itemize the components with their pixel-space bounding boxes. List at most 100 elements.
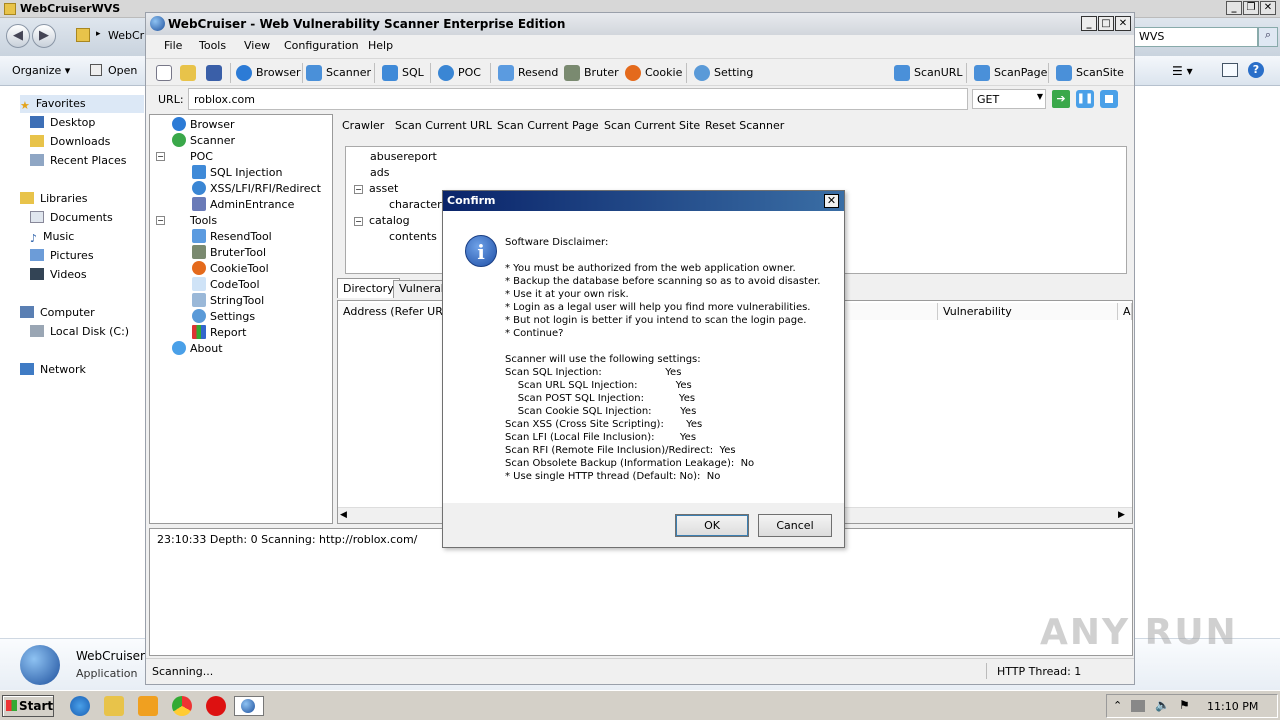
pause-icon[interactable]: ❚❚ — [1076, 90, 1094, 108]
poc-button[interactable]: POC — [438, 64, 481, 82]
nav-local-disk[interactable]: Local Disk (C:) — [30, 323, 129, 341]
menu-configuration[interactable]: Configuration — [284, 39, 359, 52]
network-icon[interactable] — [1131, 700, 1145, 712]
tree-scanner[interactable]: Scanner — [172, 133, 235, 149]
nav-music[interactable]: ♪ Music — [30, 228, 74, 246]
speaker-icon[interactable]: 🔈 — [1155, 698, 1170, 712]
tree-tools[interactable]: − Tools — [156, 213, 217, 229]
column-a[interactable]: A — [1118, 303, 1132, 320]
collapse-icon[interactable]: − — [156, 216, 165, 225]
dir-node[interactable]: − catalog — [354, 213, 410, 229]
browser-button[interactable]: Browser — [236, 64, 301, 82]
tree-settings[interactable]: Settings — [192, 309, 255, 325]
collapse-icon[interactable]: − — [354, 185, 363, 194]
nav-videos[interactable]: Videos — [30, 266, 87, 284]
search-icon[interactable]: ⌕ — [1258, 27, 1278, 47]
stop-icon[interactable] — [1100, 90, 1118, 108]
scanpage-button[interactable]: ScanPage — [974, 64, 1047, 82]
cookie-button[interactable]: Cookie — [625, 64, 682, 82]
open-button[interactable] — [180, 64, 196, 82]
tree-browser[interactable]: Browser — [172, 117, 235, 133]
nav-network[interactable]: Network — [20, 361, 86, 379]
explorer-address[interactable]: WebCr — [108, 29, 144, 42]
nav-libraries[interactable]: Libraries — [20, 190, 88, 208]
tree-bruter-tool[interactable]: BruterTool — [192, 245, 266, 261]
close-icon[interactable]: ✕ — [824, 194, 839, 208]
nav-recent-places[interactable]: Recent Places — [30, 152, 127, 170]
menu-view[interactable]: View — [244, 39, 270, 52]
start-button[interactable]: Start — [2, 695, 54, 717]
url-input[interactable]: roblox.com — [188, 88, 968, 110]
preview-pane-icon[interactable] — [1222, 63, 1238, 77]
tree-cookie-tool[interactable]: CookieTool — [192, 261, 269, 277]
tree-admin-entrance[interactable]: AdminEntrance — [192, 197, 294, 213]
organize-button[interactable]: Organize ▾ — [12, 64, 70, 77]
scanner-button[interactable]: Scanner — [306, 64, 371, 82]
ok-button[interactable]: OK — [675, 514, 749, 537]
tree-xss[interactable]: XSS/LFI/RFI/Redirect — [192, 181, 321, 197]
tree-sql-injection[interactable]: SQL Injection — [192, 165, 282, 181]
chevron-up-icon[interactable]: ⌃ — [1113, 699, 1122, 712]
tab-directory[interactable]: Directory — [337, 278, 400, 298]
dir-node[interactable]: ads — [370, 165, 389, 181]
scanurl-button[interactable]: ScanURL — [894, 64, 963, 82]
tree-resend-tool[interactable]: ResendTool — [192, 229, 272, 245]
tree-string-tool[interactable]: StringTool — [192, 293, 264, 309]
crawler-button[interactable]: Crawler — [342, 118, 384, 134]
explorer-icon[interactable] — [104, 696, 124, 716]
nav-pictures[interactable]: Pictures — [30, 247, 94, 265]
webcruiser-taskbar-button[interactable] — [234, 696, 264, 716]
chrome-icon[interactable] — [172, 696, 192, 716]
nav-computer[interactable]: Computer — [20, 304, 95, 322]
cancel-button[interactable]: Cancel — [758, 514, 832, 537]
close-button[interactable]: ✕ — [1115, 16, 1131, 31]
minimize-button[interactable]: _ — [1226, 1, 1242, 15]
sql-button[interactable]: SQL — [382, 64, 424, 82]
nav-downloads[interactable]: Downloads — [30, 133, 110, 151]
scansite-button[interactable]: ScanSite — [1056, 64, 1124, 82]
forward-button[interactable]: ▶ — [32, 24, 56, 48]
maximize-button[interactable]: □ — [1098, 16, 1114, 31]
nav-documents[interactable]: Documents — [30, 209, 113, 227]
clock[interactable]: 11:10 PM — [1207, 700, 1258, 713]
tree-report[interactable]: Report — [192, 325, 246, 341]
dir-node[interactable]: abusereport — [370, 149, 437, 165]
new-button[interactable] — [156, 64, 172, 82]
open-button[interactable]: Open — [108, 64, 137, 77]
ie-icon[interactable] — [70, 696, 90, 716]
flag-icon[interactable]: ⚑ — [1179, 698, 1190, 712]
media-player-icon[interactable] — [138, 696, 158, 716]
scan-current-site-button[interactable]: Scan Current Site — [604, 118, 700, 134]
setting-button[interactable]: Setting — [694, 64, 753, 82]
back-button[interactable]: ◀ — [6, 24, 30, 48]
tree-poc[interactable]: − POC — [156, 149, 213, 165]
save-button[interactable] — [206, 64, 222, 82]
bruter-button[interactable]: Bruter — [564, 64, 619, 82]
menu-file[interactable]: File — [164, 39, 182, 52]
explorer-search-input[interactable]: WVS — [1134, 27, 1258, 47]
scroll-right-icon[interactable]: ▶ — [1118, 510, 1125, 520]
tree-code-tool[interactable]: CodeTool — [192, 277, 260, 293]
resend-button[interactable]: Resend — [498, 64, 558, 82]
close-button[interactable]: ✕ — [1260, 1, 1276, 15]
view-icon[interactable]: ☰ ▾ — [1172, 64, 1193, 78]
minimize-button[interactable]: _ — [1081, 16, 1097, 31]
collapse-icon[interactable]: − — [156, 152, 165, 161]
menu-tools[interactable]: Tools — [199, 39, 226, 52]
collapse-icon[interactable]: − — [354, 217, 363, 226]
column-vulnerability[interactable]: Vulnerability — [938, 303, 1118, 320]
scan-current-url-button[interactable]: Scan Current URL — [395, 118, 492, 134]
dir-node[interactable]: contents — [389, 229, 437, 245]
help-icon[interactable]: ? — [1248, 62, 1264, 78]
nav-favorites[interactable]: ★ Favorites — [20, 95, 144, 113]
menu-help[interactable]: Help — [368, 39, 393, 52]
tree-about[interactable]: About — [172, 341, 223, 357]
opera-icon[interactable] — [206, 696, 226, 716]
scroll-left-icon[interactable]: ◀ — [340, 510, 347, 520]
method-select[interactable]: GET ▼ — [972, 89, 1046, 109]
restore-button[interactable]: ❐ — [1243, 1, 1259, 15]
nav-desktop[interactable]: Desktop — [30, 114, 95, 132]
reset-scanner-button[interactable]: Reset Scanner — [705, 118, 784, 134]
scan-current-page-button[interactable]: Scan Current Page — [497, 118, 599, 134]
dir-node[interactable]: − asset — [354, 181, 398, 197]
